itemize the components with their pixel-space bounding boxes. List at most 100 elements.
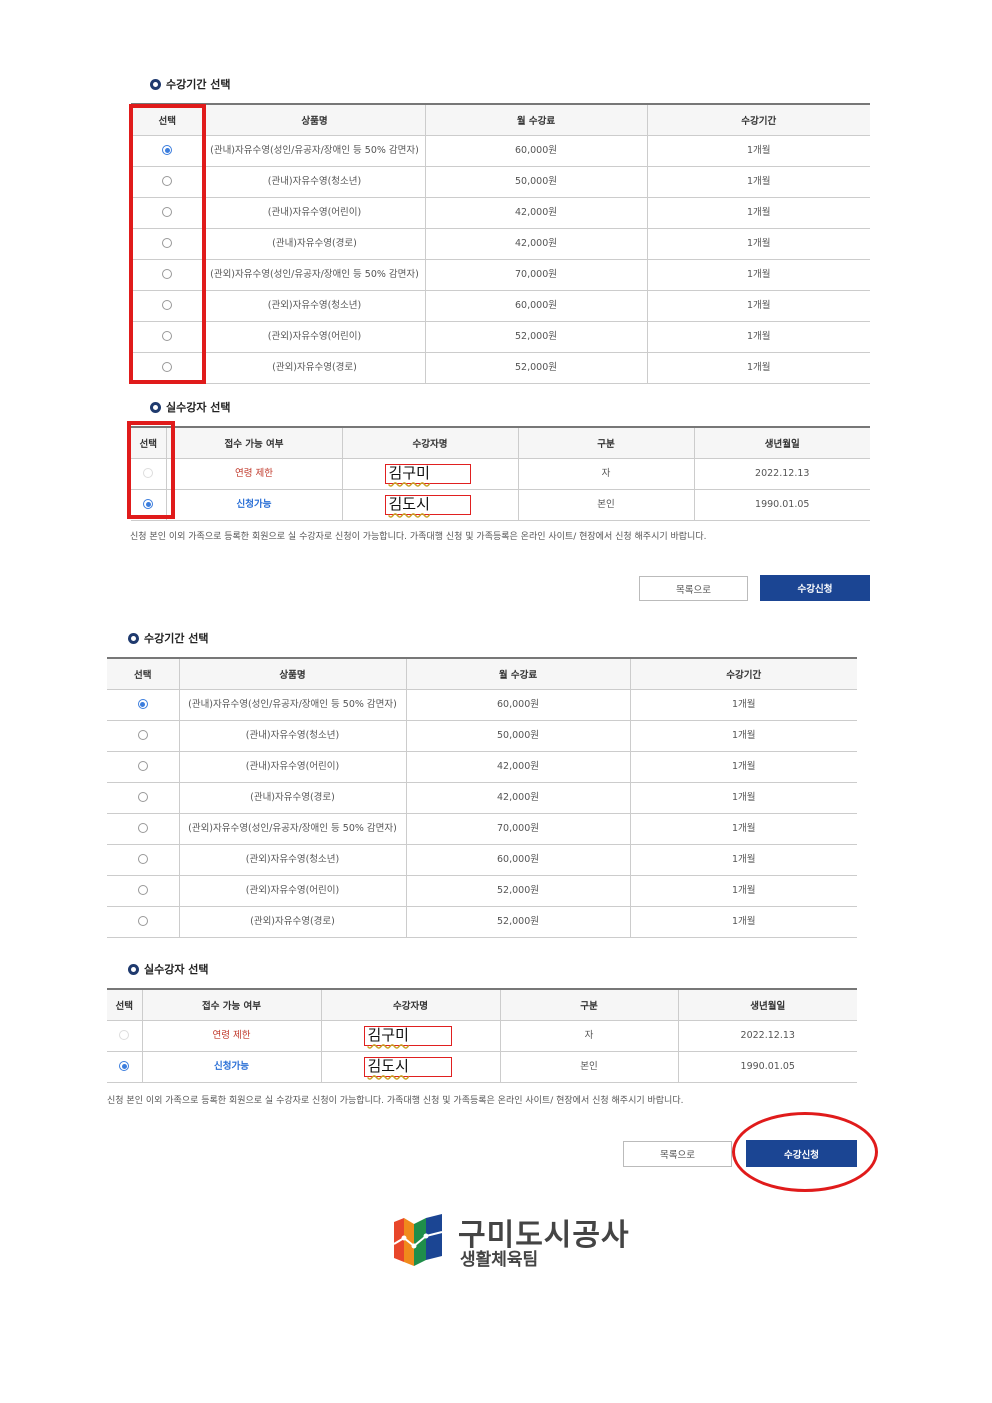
highlight-select-column <box>129 104 206 384</box>
relation: 자 <box>499 1020 678 1052</box>
column-header: 상품명 <box>203 103 425 136</box>
product-name: (관외)자유수영(성인/유공자/장애인 등 50% 감면자) <box>178 813 406 845</box>
application-status: 신청가능 <box>165 489 342 521</box>
apply-button[interactable]: 수강신청 <box>760 575 870 601</box>
column-header: 구분 <box>517 426 694 459</box>
table-row: (관외)자유수영(성인/유공자/장애인 등 50% 감면자) 70,000원 1개월 <box>107 813 857 845</box>
radio-button <box>119 1030 130 1041</box>
table-row: (관외)자유수영(청소년) 60,000원 1개월 <box>107 844 857 876</box>
select-cell <box>107 875 179 907</box>
select-cell <box>107 720 179 752</box>
radio-button[interactable] <box>137 885 148 896</box>
product-name: (관외)자유수영(성인/유공자/장애인 등 50% 감면자) <box>203 259 425 291</box>
list-button[interactable]: 목록으로 <box>639 576 748 601</box>
product-name: (관내)자유수영(경로) <box>203 228 425 260</box>
product-name: (관외)자유수영(청소년) <box>203 290 425 322</box>
product-name: (관외)자유수영(어린이) <box>203 321 425 353</box>
monthly-fee: 42,000원 <box>405 782 630 814</box>
product-name: (관내)자유수영(성인/유공자/장애인 등 50% 감면자) <box>203 135 425 167</box>
select-cell <box>107 844 179 876</box>
highlight-apply-button <box>732 1112 878 1192</box>
student-name: 김도시 <box>384 495 471 515</box>
table-row: 신청가능 김도시 본인 1990.01.05 <box>131 489 870 521</box>
monthly-fee: 70,000원 <box>424 259 647 291</box>
course-period: 1개월 <box>629 689 857 721</box>
table-row: (관내)자유수영(청소년) 50,000원 1개월 <box>131 166 870 198</box>
column-header: 구분 <box>499 988 678 1021</box>
course-period: 1개월 <box>629 751 857 783</box>
course-period: 1개월 <box>646 259 870 291</box>
company-logo-icon <box>390 1214 446 1268</box>
radio-button[interactable] <box>137 761 148 772</box>
select-cell <box>107 813 179 845</box>
student-section-title-1: 실수강자 선택 <box>150 399 231 415</box>
table-row: (관내)자유수영(청소년) 50,000원 1개월 <box>107 720 857 752</box>
monthly-fee: 50,000원 <box>405 720 630 752</box>
course-section-title-1: 수강기간 선택 <box>150 76 231 92</box>
monthly-fee: 42,000원 <box>424 197 647 229</box>
column-header: 생년월일 <box>677 988 857 1021</box>
notice-text: 신청 본인 이외 가족으로 등록한 회원으로 실 수강자로 신청이 가능합니다.… <box>107 1096 684 1106</box>
application-status: 연령 제한 <box>141 1020 321 1052</box>
radio-button[interactable] <box>137 730 148 741</box>
select-cell <box>107 1051 142 1083</box>
product-name: (관외)자유수영(경로) <box>178 906 406 938</box>
highlight-student-select-column <box>127 421 175 519</box>
course-period: 1개월 <box>629 813 857 845</box>
product-name: (관외)자유수영(어린이) <box>178 875 406 907</box>
table-row: (관내)자유수영(경로) 42,000원 1개월 <box>131 228 870 260</box>
course-period: 1개월 <box>629 875 857 907</box>
monthly-fee: 42,000원 <box>405 751 630 783</box>
application-status: 신청가능 <box>141 1051 321 1083</box>
relation: 자 <box>517 458 694 490</box>
table-row: 신청가능 김도시 본인 1990.01.05 <box>107 1051 857 1083</box>
list-button[interactable]: 목록으로 <box>623 1141 732 1167</box>
course-table: 선택 상품명 월 수강료 수강기간 (관내)자유수영(성인/유공자/장애인 등 50%… <box>131 103 870 384</box>
product-name: (관내)자유수영(성인/유공자/장애인 등 50% 감면자) <box>178 689 406 721</box>
column-header: 월 수강료 <box>424 103 647 136</box>
table-row: (관외)자유수영(어린이) 52,000원 1개월 <box>107 875 857 907</box>
student-table-header: 선택 접수 가능 여부 수강자명 구분 생년월일 <box>131 426 870 459</box>
relation: 본인 <box>499 1051 678 1083</box>
table-row: (관외)자유수영(어린이) 52,000원 1개월 <box>131 321 870 353</box>
course-period: 1개월 <box>646 321 870 353</box>
course-section-title-2: 수강기간 선택 <box>128 630 209 646</box>
course-period: 1개월 <box>646 290 870 322</box>
radio-button[interactable] <box>119 1061 130 1072</box>
monthly-fee: 52,000원 <box>424 352 647 384</box>
column-header: 생년월일 <box>693 426 870 459</box>
table-row: 연령 제한 김구미 자 2022.12.13 <box>107 1020 857 1052</box>
column-header: 접수 가능 여부 <box>165 426 342 459</box>
notice-text: 신청 본인 이외 가족으로 등록한 회원으로 실 수강자로 신청이 가능합니다.… <box>130 532 707 542</box>
student-name-cell: 김도시 <box>320 1051 500 1083</box>
select-cell <box>107 906 179 938</box>
monthly-fee: 52,000원 <box>405 875 630 907</box>
birth-date: 1990.01.05 <box>693 489 870 521</box>
monthly-fee: 52,000원 <box>424 321 647 353</box>
monthly-fee: 42,000원 <box>424 228 647 260</box>
radio-button[interactable] <box>137 854 148 865</box>
radio-button[interactable] <box>137 823 148 834</box>
radio-button[interactable] <box>137 792 148 803</box>
course-table: 선택 상품명 월 수강료 수강기간 (관내)자유수영(성인/유공자/장애인 등 50%… <box>107 657 857 938</box>
product-name: (관내)자유수영(어린이) <box>203 197 425 229</box>
radio-button[interactable] <box>137 916 148 927</box>
column-header: 수강자명 <box>341 426 518 459</box>
course-table-header: 선택 상품명 월 수강료 수강기간 <box>107 657 857 690</box>
table-row: (관외)자유수영(청소년) 60,000원 1개월 <box>131 290 870 322</box>
monthly-fee: 60,000원 <box>405 689 630 721</box>
column-header: 선택 <box>107 988 142 1021</box>
column-header: 수강자명 <box>320 988 500 1021</box>
radio-button[interactable] <box>137 699 148 710</box>
course-period: 1개월 <box>646 352 870 384</box>
course-period: 1개월 <box>629 720 857 752</box>
column-header: 수강기간 <box>646 103 870 136</box>
course-period: 1개월 <box>646 166 870 198</box>
relation: 본인 <box>517 489 694 521</box>
product-name: (관내)자유수영(경로) <box>178 782 406 814</box>
monthly-fee: 70,000원 <box>405 813 630 845</box>
table-row: (관내)자유수영(어린이) 42,000원 1개월 <box>107 751 857 783</box>
student-name: 김구미 <box>384 464 471 484</box>
birth-date: 1990.01.05 <box>677 1051 857 1083</box>
course-period: 1개월 <box>629 906 857 938</box>
